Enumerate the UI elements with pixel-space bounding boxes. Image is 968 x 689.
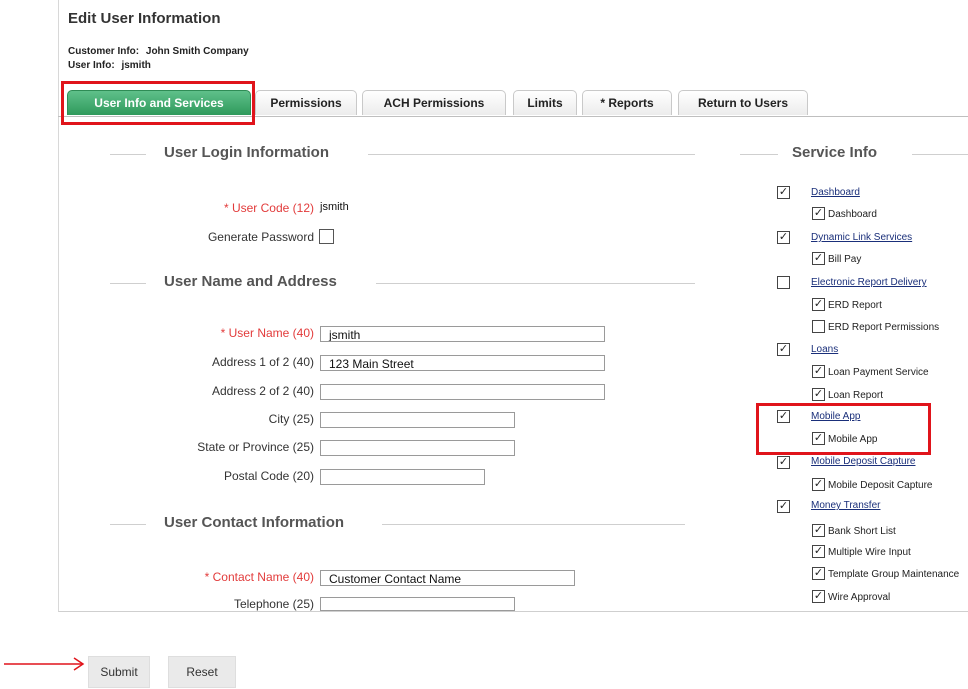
generate-password-row: Generate Password [60,227,314,247]
service-link-erd[interactable]: Electronic Report Delivery [811,277,927,288]
generate-password-checkbox[interactable] [319,229,334,244]
service-link-dashboard[interactable]: Dashboard [811,187,860,198]
service-checkbox-multiple-wire[interactable]: ✓ [812,545,825,558]
service-link-mobile-deposit[interactable]: Mobile Deposit Capture [811,456,916,467]
service-checkbox-dashboard-sub[interactable]: ✓ [812,207,825,220]
service-checkbox-mobile-deposit[interactable]: ✓ [777,456,790,469]
user-name-row: * User Name (40) [60,323,314,343]
postal-code-row: Postal Code (20) [60,466,314,486]
service-link-money-transfer[interactable]: Money Transfer [811,500,880,511]
service-checkbox-money-transfer[interactable]: ✓ [777,500,790,513]
service-label-multiple-wire: Multiple Wire Input [828,547,911,558]
service-checkbox-mobile-app[interactable]: ✓ [777,410,790,423]
service-label-template-group: Template Group Maintenance [828,569,960,580]
section-user-login-title: User Login Information [164,144,329,161]
address1-row: Address 1 of 2 (40) [60,352,314,372]
user-code-label: * User Code (12) [223,201,314,215]
postal-code-input[interactable] [320,469,485,485]
submit-button[interactable]: Submit [88,656,150,688]
user-code-row: * User Code (12) [60,198,314,218]
tab-strip-divider [58,116,968,117]
generate-password-label: Generate Password [207,230,314,244]
customer-info-value: John Smith Company [145,46,249,57]
page-title: Edit User Information [68,10,221,27]
postal-code-label: Postal Code (20) [223,469,314,483]
service-checkbox-dynamic-link[interactable]: ✓ [777,231,790,244]
service-checkbox-loans[interactable]: ✓ [777,343,790,356]
service-checkbox-loan-payment[interactable]: ✓ [812,365,825,378]
telephone-label: Telephone (25) [233,597,314,611]
tab-reports[interactable]: * Reports [582,90,672,115]
service-checkbox-erd-permissions[interactable] [812,320,825,333]
user-info-label: User Info: [68,60,115,71]
service-checkbox-bank-short-list[interactable]: ✓ [812,524,825,537]
service-link-mobile-app[interactable]: Mobile App [811,411,860,422]
section-name-address: User Name and Address [110,273,695,293]
service-link-loans[interactable]: Loans [811,344,838,355]
customer-info: Customer Info: John Smith Company [68,46,249,57]
user-name-label: * User Name (40) [220,326,314,340]
tab-return-to-users[interactable]: Return to Users [678,90,808,115]
address2-row: Address 2 of 2 (40) [60,381,314,401]
tab-user-info-and-services[interactable]: User Info and Services [67,90,251,115]
section-contact: User Contact Information [110,514,685,534]
service-checkbox-erd-report[interactable]: ✓ [812,298,825,311]
contact-name-input[interactable]: Customer Contact Name [320,570,575,586]
service-label-loan-payment: Loan Payment Service [828,367,929,378]
city-row: City (25) [60,409,314,429]
reset-button[interactable]: Reset [168,656,236,688]
state-row: State or Province (25) [60,437,314,457]
contact-name-row: * Contact Name (40) [60,567,314,587]
user-name-input[interactable]: jsmith [320,326,605,342]
service-label-bill-pay: Bill Pay [828,254,862,265]
service-checkbox-loan-report[interactable]: ✓ [812,388,825,401]
user-info: User Info: jsmith [68,60,151,71]
section-user-login: User Login Information [110,144,695,164]
service-label-mobile-deposit-sub: Mobile Deposit Capture [828,480,933,491]
service-label-dashboard-sub: Dashboard [828,209,877,220]
state-label: State or Province (25) [197,440,314,454]
service-label-mobile-app-sub: Mobile App [828,434,878,445]
address2-input[interactable] [320,384,605,400]
service-checkbox-wire-approval[interactable]: ✓ [812,590,825,603]
service-checkbox-dashboard[interactable]: ✓ [777,186,790,199]
telephone-row: Telephone (25) [60,594,314,614]
tab-ach-permissions[interactable]: ACH Permissions [362,90,506,115]
city-input[interactable] [320,412,515,428]
section-contact-title: User Contact Information [164,514,345,531]
telephone-input[interactable] [320,597,515,611]
address1-input[interactable]: 123 Main Street [320,355,605,371]
address2-label: Address 2 of 2 (40) [211,384,314,398]
state-input[interactable] [320,440,515,456]
tab-permissions[interactable]: Permissions [255,90,357,115]
contact-name-label: * Contact Name (40) [204,570,314,584]
user-info-value: jsmith [121,60,151,71]
service-checkbox-erd[interactable] [777,276,790,289]
city-label: City (25) [268,412,314,426]
service-checkbox-mobile-app-sub[interactable]: ✓ [812,432,825,445]
service-label-loan-report: Loan Report [828,390,884,401]
service-checkbox-template-group[interactable]: ✓ [812,567,825,580]
customer-info-label: Customer Info: [68,46,140,57]
address1-label: Address 1 of 2 (40) [211,355,314,369]
user-code-value: jsmith [320,201,349,213]
service-checkbox-bill-pay[interactable]: ✓ [812,252,825,265]
service-link-dynamic-link[interactable]: Dynamic Link Services [811,232,912,243]
section-name-address-title: User Name and Address [164,273,337,290]
service-label-bank-short-list: Bank Short List [828,526,896,537]
section-service-info-title: Service Info [792,144,878,161]
pointer-arrow-icon [4,657,85,671]
section-service-info: Service Info [740,144,968,164]
service-label-erd-report: ERD Report [828,300,882,311]
service-label-wire-approval: Wire Approval [828,592,891,603]
tab-limits[interactable]: Limits [513,90,577,115]
service-label-erd-permissions: ERD Report Permissions [828,322,940,333]
service-checkbox-mobile-deposit-sub[interactable]: ✓ [812,478,825,491]
